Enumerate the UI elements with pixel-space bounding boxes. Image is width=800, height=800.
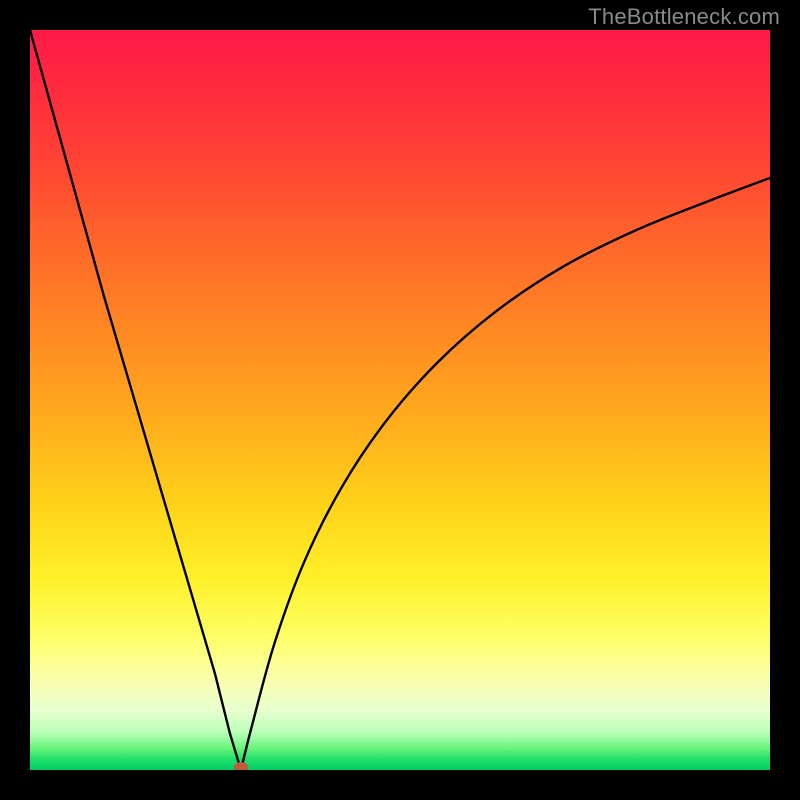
- series-left-branch: [30, 30, 241, 770]
- minimum-marker: [234, 762, 248, 770]
- chart-container: TheBottleneck.com: [0, 0, 800, 800]
- series-right-branch: [241, 178, 770, 770]
- line-left-branch: [30, 30, 241, 770]
- curve-svg: [30, 30, 770, 770]
- plot-area: [30, 30, 770, 770]
- line-right-branch: [241, 178, 770, 770]
- watermark-text: TheBottleneck.com: [588, 4, 780, 30]
